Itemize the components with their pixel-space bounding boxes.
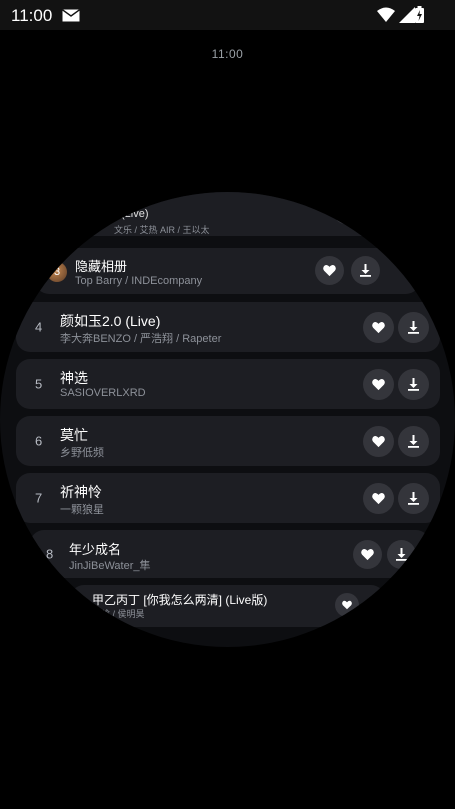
- download-icon: [408, 378, 419, 391]
- like-button[interactable]: [363, 426, 394, 457]
- wifi-icon: [377, 7, 395, 22]
- song-artist: 乡野低频: [60, 447, 104, 459]
- watch-screen: (Live) 文乐 / 艾热 AIR / 王以太 3 隐藏相册 Top Barr…: [0, 192, 455, 647]
- song-number: 5: [35, 376, 43, 392]
- song-row[interactable]: 8 年少成名 JinJiBeWater_隼: [30, 530, 430, 578]
- song-row[interactable]: 5 神选 SASIOVERLXRD: [16, 359, 440, 409]
- song-title: 年少成名: [69, 542, 122, 557]
- song-row[interactable]: 3 隐藏相册 Top Barry / INDEcompany: [35, 248, 420, 294]
- download-button[interactable]: [351, 256, 380, 285]
- song-title: 颜如玉2.0 (Live): [60, 313, 161, 329]
- download-icon: [408, 492, 419, 505]
- download-icon: [396, 548, 407, 561]
- download-icon: [360, 264, 371, 277]
- heart-icon: [342, 600, 352, 610]
- like-button[interactable]: [353, 540, 382, 569]
- song-artist: Top Barry / INDEcompany: [75, 275, 203, 287]
- heart-icon: [323, 265, 336, 277]
- song-artist: 文乐 / 艾热 AIR / 王以太: [114, 225, 210, 235]
- song-title: 甲乙丙丁 [你我怎么两清] (Live版): [92, 593, 268, 607]
- song-artist: JinJiBeWater_隼: [69, 560, 151, 572]
- song-artist: 李大奔BENZO / 严浩翔 / Rapeter: [60, 333, 222, 345]
- download-button[interactable]: [387, 540, 416, 569]
- song-title: 莫忙: [60, 427, 88, 443]
- song-row[interactable]: 甲乙丙丁 [你我怎么两清] (Live版) 鹿晗 / 侯明昊: [70, 585, 385, 627]
- song-artist: SASIOVERLXRD: [60, 387, 146, 399]
- download-button[interactable]: [398, 369, 429, 400]
- like-button[interactable]: [335, 593, 359, 617]
- song-row[interactable]: 6 莫忙 乡野低频: [16, 416, 440, 466]
- download-icon: [408, 435, 419, 448]
- song-title: 祈神怜: [60, 484, 102, 500]
- song-number: 7: [35, 490, 43, 506]
- like-button[interactable]: [363, 483, 394, 514]
- like-button[interactable]: [315, 256, 344, 285]
- download-button[interactable]: [398, 483, 429, 514]
- download-button[interactable]: [398, 426, 429, 457]
- heart-icon: [372, 379, 385, 391]
- status-time: 11:00: [11, 6, 53, 25]
- like-button[interactable]: [363, 312, 394, 343]
- heart-icon: [361, 549, 374, 561]
- download-icon: [408, 321, 419, 334]
- song-row[interactable]: (Live) 文乐 / 艾热 AIR / 王以太: [56, 192, 376, 236]
- song-title: (Live): [121, 208, 149, 220]
- like-button[interactable]: [363, 369, 394, 400]
- heart-icon: [372, 436, 385, 448]
- song-row[interactable]: 7 祈神怜 一颗狼星: [16, 473, 440, 523]
- heart-icon: [372, 322, 385, 334]
- song-artist: 鹿晗 / 侯明昊: [92, 609, 145, 619]
- signal-icon: [399, 7, 415, 23]
- song-number: 8: [46, 546, 54, 562]
- song-title: 隐藏相册: [75, 259, 128, 274]
- heart-icon: [372, 493, 385, 505]
- like-button[interactable]: [334, 202, 356, 224]
- song-cover: 3: [47, 262, 67, 282]
- battery-charging-icon: [415, 6, 424, 23]
- song-artist: 一颗狼星: [60, 504, 104, 516]
- song-number: 4: [35, 319, 43, 335]
- song-row[interactable]: 4 颜如玉2.0 (Live) 李大奔BENZO / 严浩翔 / Rapeter: [16, 302, 440, 352]
- mail-icon: [62, 9, 80, 22]
- download-button[interactable]: [398, 312, 429, 343]
- song-number: 6: [35, 433, 43, 449]
- status-bar: 11:00: [0, 0, 455, 30]
- song-title: 神选: [60, 370, 88, 386]
- watch-time: 11:00: [211, 47, 244, 61]
